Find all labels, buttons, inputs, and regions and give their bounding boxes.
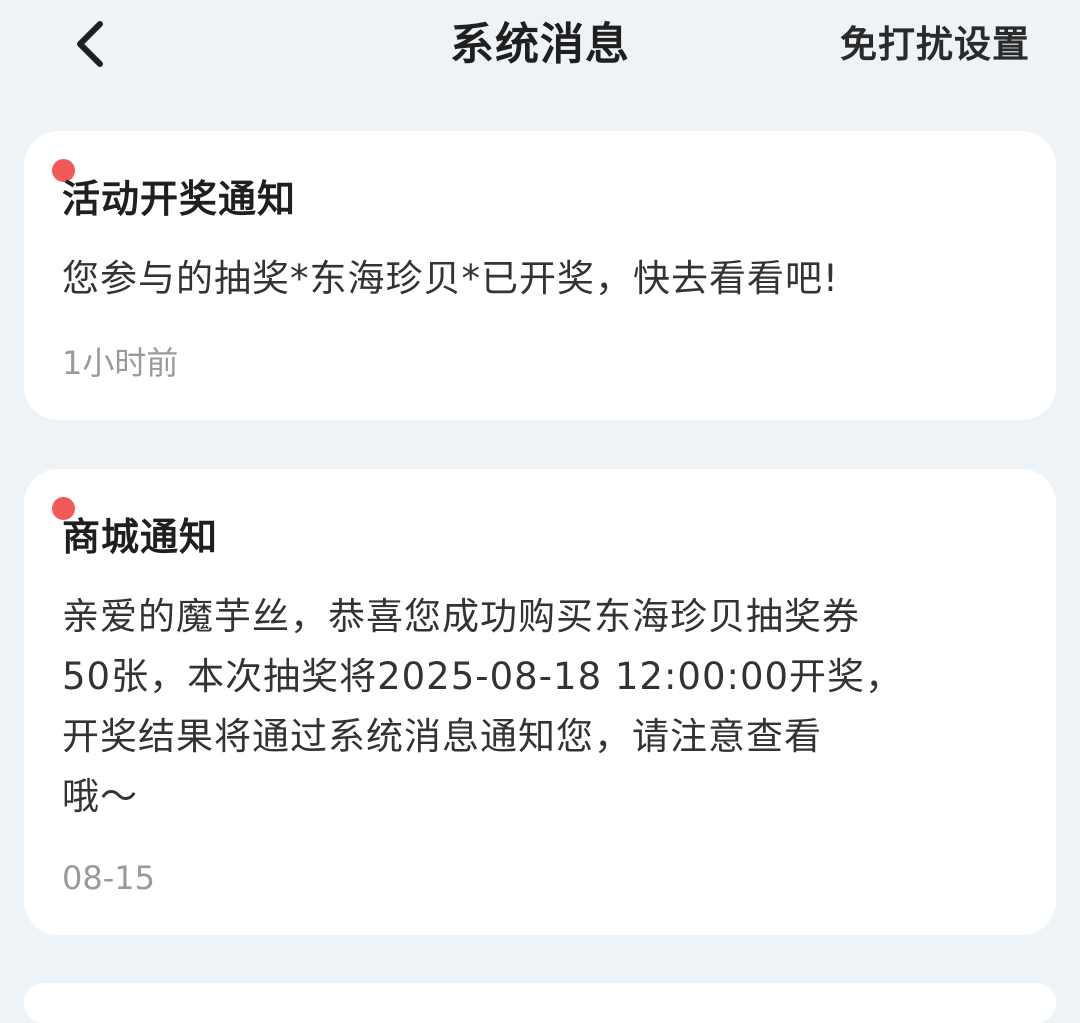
- do-not-disturb-settings-button[interactable]: 免打扰设置: [840, 20, 1030, 70]
- message-time: 1小时前: [62, 344, 179, 382]
- message-body: 您参与的抽奖*东海珍贝*已开奖，快去看看吧!: [62, 257, 839, 300]
- message-time: 08-15: [62, 859, 155, 897]
- message-title: 活动开奖通知: [62, 177, 297, 221]
- message-body: 亲爱的魔芋丝，恭喜您成功购买东海珍贝抽奖券 50张，本次抽奖将2025-08-1…: [62, 595, 904, 818]
- message-card[interactable]: 商城通知 亲爱的魔芋丝，恭喜您成功购买东海珍贝抽奖券 50张，本次抽奖将2025…: [24, 469, 1056, 935]
- message-card[interactable]: 活动开奖通知 您参与的抽奖*东海珍贝*已开奖，快去看看吧! 1小时前: [24, 131, 1056, 420]
- message-card-partial[interactable]: [24, 983, 1056, 1023]
- message-title: 商城通知: [62, 515, 219, 559]
- top-nav-bar: 系统消息 免打扰设置: [0, 0, 1080, 90]
